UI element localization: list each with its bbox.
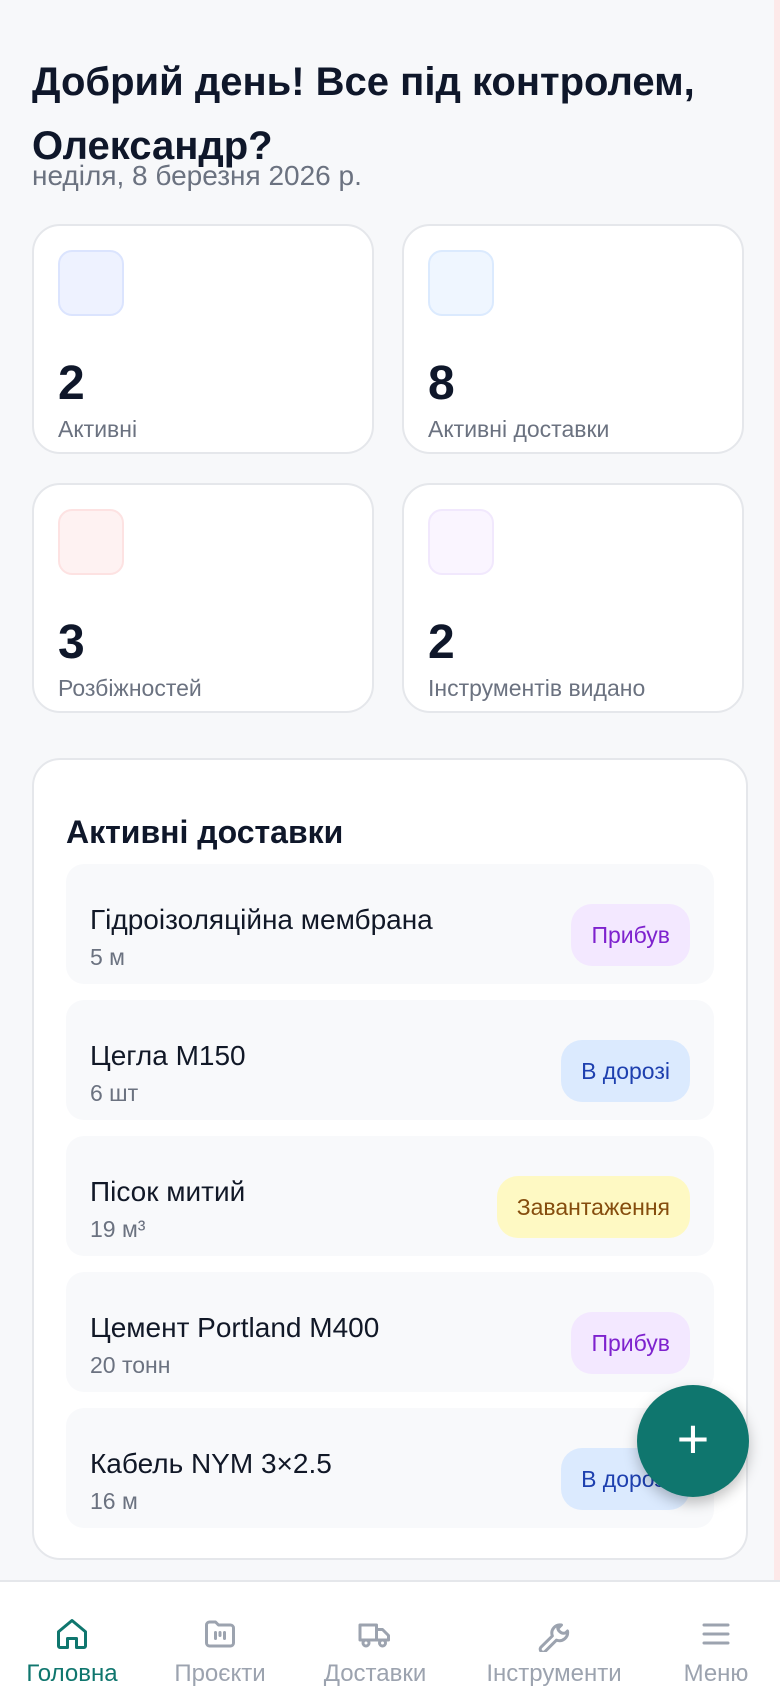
nav-item-tools[interactable]: Інструменти	[470, 1582, 638, 1690]
nav-item-deliveries[interactable]: Доставки	[305, 1582, 445, 1690]
delivery-name: Кабель NYM 3×2.5	[90, 1448, 332, 1479]
delivery-name: Пісок митий	[90, 1176, 246, 1207]
delivery-name: Цемент Portland M400	[90, 1312, 380, 1343]
status-badge: Завантаження	[496, 1176, 690, 1238]
stat-label: Активні доставки	[428, 416, 610, 442]
wrench-icon	[538, 1623, 570, 1652]
stat-card-discrepancies[interactable]: 3 Розбіжностей	[32, 483, 374, 713]
nav-label: Головна	[26, 1660, 118, 1687]
delivery-qty: 19 м³	[90, 1216, 146, 1242]
nav-label: Інструменти	[486, 1660, 622, 1687]
stat-icon-blue	[58, 250, 124, 316]
right-edge-strip	[774, 0, 780, 1688]
status-badge: Прибув	[571, 904, 690, 966]
status-badge: Прибув	[571, 1312, 690, 1374]
delivery-qty: 16 м	[90, 1488, 138, 1514]
stat-value: 2	[58, 357, 85, 410]
stat-icon-purple	[428, 509, 494, 575]
nav-label: Проєкти	[174, 1660, 266, 1687]
status-badge: В дорозі	[561, 1040, 690, 1102]
truck-icon	[358, 1623, 390, 1648]
delivery-qty: 5 м	[90, 944, 125, 970]
stat-value: 8	[428, 357, 455, 410]
page-title: Добрий день! Все під контролем, Олександ…	[32, 60, 695, 168]
delivery-name: Цегла M150	[90, 1040, 246, 1071]
delivery-row[interactable]: Пісок митий 19 м³ Завантаження	[66, 1136, 714, 1256]
current-date: неділя, 8 березня 2026 р.	[32, 160, 362, 191]
delivery-row[interactable]: Цемент Portland M400 20 тонн Прибув	[66, 1272, 714, 1392]
delivery-row[interactable]: Цегла M150 6 шт В дорозі	[66, 1000, 714, 1120]
stat-value: 2	[428, 616, 455, 669]
menu-icon	[702, 1623, 730, 1645]
add-button[interactable]: +	[637, 1385, 749, 1497]
delivery-name: Гідроізоляційна мембрана	[90, 904, 433, 935]
nav-item-projects[interactable]: Проєкти	[150, 1582, 290, 1690]
panel-title: Активні доставки	[66, 814, 344, 850]
delivery-qty: 6 шт	[90, 1080, 139, 1106]
stat-card-tools-issued[interactable]: 2 Інструментів видано	[402, 483, 744, 713]
stat-label: Активні	[58, 416, 138, 442]
nav-label: Доставки	[323, 1660, 427, 1687]
stat-icon-red	[58, 509, 124, 575]
delivery-row[interactable]: Гідроізоляційна мембрана 5 м Прибув	[66, 864, 714, 984]
nav-item-home[interactable]: Головна	[0, 1582, 144, 1690]
delivery-row[interactable]: Кабель NYM 3×2.5 16 м В дорозі	[66, 1408, 714, 1528]
stat-card-active-projects[interactable]: 2 Активні	[32, 224, 374, 454]
nav-label: Меню	[683, 1660, 749, 1687]
folder-icon	[205, 1620, 235, 1648]
stat-value: 3	[58, 616, 85, 669]
plus-icon: +	[676, 1407, 710, 1470]
home-icon	[57, 1619, 87, 1649]
stat-icon-lightblue	[428, 250, 494, 316]
nav-item-menu[interactable]: Меню	[666, 1582, 766, 1690]
stat-label: Інструментів видано	[428, 675, 646, 701]
stat-card-active-deliveries[interactable]: 8 Активні доставки	[402, 224, 744, 454]
stat-label: Розбіжностей	[58, 675, 202, 701]
delivery-qty: 20 тонн	[90, 1352, 171, 1378]
bottom-nav: Головна Проєкти Доставки Інструменти Мен…	[0, 1580, 780, 1690]
